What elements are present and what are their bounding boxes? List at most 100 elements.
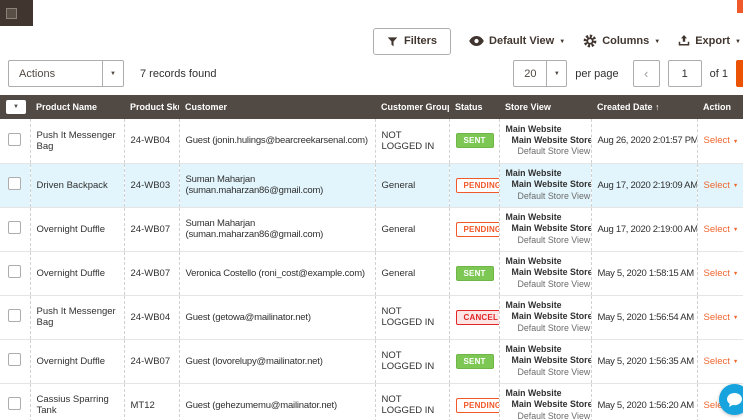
cell-created-date: May 5, 2020 1:56:54 AM (590, 295, 697, 340)
status-badge: PENDING (455, 177, 499, 193)
cell-store-view: Main Website Main Website Store Default … (498, 251, 592, 296)
cell-product-sku: 24-WB03 (123, 163, 179, 208)
row-select-action[interactable]: Select▼ (704, 224, 739, 235)
store-view-store: Main Website Store (511, 355, 592, 366)
row-select-action[interactable]: Select▼ (704, 268, 739, 279)
store-view-website: Main Website (505, 167, 562, 178)
cell-customer: Guest (getowa@mailinator.net) (178, 295, 375, 340)
col-header-status[interactable]: Status (449, 95, 499, 119)
next-page-button[interactable]: › (736, 60, 743, 87)
store-view-store: Main Website Store (511, 267, 592, 278)
sort-ascending-icon: ↑ (655, 102, 660, 112)
store-view-store: Main Website Store (511, 223, 592, 234)
table-row[interactable]: Overnight Duffle 24-WB07 Suman Maharjan … (0, 207, 743, 252)
select-all-header-cell: ▼ (0, 95, 30, 119)
cell-product-sku: 24-WB04 (123, 119, 179, 164)
cell-customer-group: NOT LOGGED IN (374, 119, 449, 164)
store-view-store: Main Website Store (511, 179, 592, 190)
row-select-action[interactable]: Select▼ (704, 135, 739, 146)
cell-product-name: Push It Messenger Bag (29, 295, 124, 340)
cell-created-date: May 5, 2020 1:56:35 AM (590, 339, 697, 384)
cutoff-element-top-right (737, 0, 743, 13)
cell-status: PENDING (448, 207, 499, 252)
grid-header-row: ▼ Product Name Product Sku Customer Cust… (0, 95, 743, 119)
store-view-website: Main Website (505, 299, 562, 310)
status-badge: PENDING (455, 221, 499, 237)
col-header-product-name[interactable]: Product Name (30, 95, 124, 119)
records-count: 7 records found (140, 67, 217, 80)
col-header-created-date[interactable]: Created Date ↑ (591, 95, 697, 119)
cell-action: Select▼ (696, 163, 743, 208)
row-checkbox[interactable] (8, 132, 22, 146)
col-header-product-sku[interactable]: Product Sku (124, 95, 179, 119)
store-view-store: Main Website Store (511, 399, 592, 410)
chevron-down-icon: ▼ (13, 104, 19, 110)
row-checkbox-cell (0, 207, 30, 252)
store-view-view: Default Store View (517, 322, 591, 333)
row-checkbox[interactable] (8, 353, 22, 366)
actions-dropdown[interactable]: Actions ▼ (8, 60, 124, 87)
row-checkbox[interactable] (8, 265, 22, 278)
col-header-action[interactable]: Action (697, 95, 743, 119)
row-select-action[interactable]: Select▼ (704, 356, 739, 367)
cell-product-sku: 24-WB04 (123, 295, 179, 340)
cell-customer: Guest (jonin.hulings@bearcreekarsenal.co… (178, 119, 375, 164)
admin-menu-fragment[interactable] (0, 0, 33, 26)
filter-funnel-icon (387, 36, 398, 47)
table-row[interactable]: Overnight Duffle 24-WB07 Veronica Costel… (0, 251, 743, 296)
cell-store-view: Main Website Main Website Store Default … (498, 163, 592, 208)
default-view-control[interactable]: Default View ▼ (469, 35, 565, 47)
chevron-down-icon: ▼ (732, 138, 739, 145)
cell-customer-group: General (374, 207, 449, 252)
row-checkbox-cell (0, 251, 30, 296)
row-select-action[interactable]: Select▼ (704, 180, 739, 191)
store-view-view: Default Store View (517, 190, 591, 201)
cell-created-date: May 5, 2020 1:58:15 AM (590, 251, 697, 296)
table-row[interactable]: Push It Messenger Bag 24-WB04 Guest (jon… (0, 119, 743, 164)
chevron-down-icon: ▼ (732, 271, 739, 277)
row-checkbox-cell (0, 339, 30, 384)
row-select-action[interactable]: Select▼ (704, 312, 739, 323)
previous-page-button[interactable]: ‹ (632, 60, 660, 87)
row-checkbox[interactable] (8, 309, 22, 322)
export-control[interactable]: Export ▼ (678, 35, 741, 47)
page-number-input[interactable] (667, 60, 702, 87)
grid-toolbar: Filters Default View ▼ Columns ▼ Export … (373, 26, 741, 56)
col-header-customer-group[interactable]: Customer Group (375, 95, 449, 119)
magento-admin-grid-page: Filters Default View ▼ Columns ▼ Export … (0, 0, 743, 420)
table-row[interactable]: Push It Messenger Bag 24-WB04 Guest (get… (0, 295, 743, 340)
store-view-website: Main Website (505, 387, 562, 398)
select-label: Select (703, 135, 730, 147)
col-header-store-view[interactable]: Store View (499, 95, 591, 119)
cell-customer: Suman Maharjan (suman.maharzan86@gmail.c… (178, 207, 375, 252)
chevron-down-icon: ▼ (732, 315, 739, 321)
cell-created-date: Aug 17, 2020 2:19:00 AM (590, 207, 697, 252)
filters-button[interactable]: Filters (373, 27, 452, 55)
select-all-dropdown[interactable]: ▼ (6, 100, 26, 114)
per-page-dropdown[interactable]: 20 ▼ (513, 60, 568, 87)
select-label: Select (703, 223, 730, 235)
row-checkbox[interactable] (8, 221, 22, 234)
grid-controls-left: Actions ▼ 7 records found (8, 60, 216, 87)
cell-status: PENDING (448, 383, 499, 420)
export-icon (678, 35, 690, 47)
chevron-down-icon: ▼ (732, 359, 739, 365)
store-view-view: Default Store View (517, 278, 591, 289)
row-checkbox[interactable] (8, 397, 22, 410)
chat-widget-button[interactable] (719, 384, 743, 415)
cell-store-view: Main Website Main Website Store Default … (498, 295, 591, 340)
cell-product-name: Overnight Duffle (29, 207, 124, 252)
actions-dropdown-value: Actions (19, 67, 56, 80)
page-of-label: of 1 (709, 67, 728, 80)
col-header-customer[interactable]: Customer (179, 95, 375, 119)
table-row[interactable]: Cassius Sparring Tank MT12 Guest (gehezu… (0, 383, 743, 420)
gear-icon (583, 34, 597, 48)
store-view-website: Main Website (505, 123, 562, 134)
table-row[interactable]: Overnight Duffle 24-WB07 Guest (lovorelu… (0, 339, 743, 384)
table-row[interactable]: Driven Backpack 24-WB03 Suman Maharjan (… (0, 163, 743, 208)
cell-product-name: Cassius Sparring Tank (29, 383, 124, 420)
chevron-down-icon: ▼ (654, 39, 661, 45)
grid-controls-right: 20 ▼ per page ‹ of 1 › (513, 60, 743, 87)
columns-control[interactable]: Columns ▼ (583, 34, 660, 48)
row-checkbox[interactable] (8, 177, 22, 190)
